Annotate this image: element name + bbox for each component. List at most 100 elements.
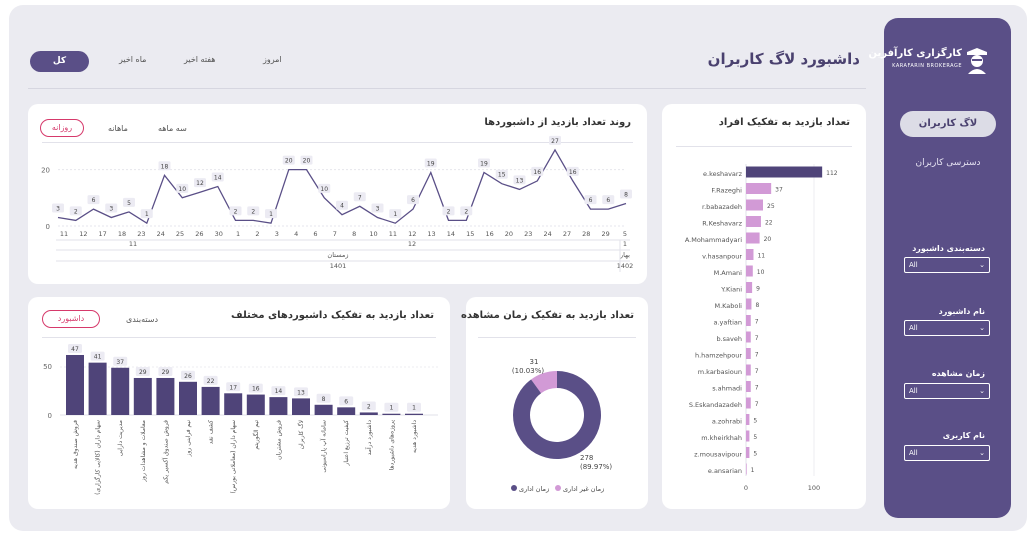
trend-data-label: 7 — [358, 194, 362, 201]
filter-username-select[interactable]: All ⌄ — [904, 445, 990, 461]
trend-data-label: 1 — [269, 211, 273, 218]
legend-dot-office — [511, 485, 517, 491]
trend-data-label: 2 — [74, 208, 78, 215]
users-category-label: a.zohrabi — [712, 418, 742, 426]
dash-value-label: 8 — [322, 396, 326, 403]
filter-value: All — [909, 387, 918, 395]
users-value-label: 7 — [755, 319, 759, 326]
period-all[interactable]: کل — [30, 51, 89, 72]
dash-bar — [133, 377, 152, 415]
donut-slice-office — [513, 371, 601, 459]
filter-label-dashboard: نام داشبورد — [938, 307, 985, 316]
trend-data-label: 6 — [606, 197, 610, 204]
trend-x-tick: 13 — [427, 230, 435, 238]
users-value-label: 7 — [755, 368, 759, 375]
users-category-label: s.ahmadi — [712, 385, 742, 393]
trend-x-tick: 4 — [294, 230, 298, 238]
trend-data-label: 19 — [480, 160, 488, 167]
trend-x-tick: 29 — [602, 230, 610, 238]
dash-category-label: سهام داران (معاملاتی بورس) — [230, 420, 237, 493]
dash-bar — [269, 397, 288, 415]
chevron-down-icon: ⌄ — [979, 387, 985, 395]
users-value-label: 7 — [755, 352, 759, 359]
trend-data-label: 15 — [498, 172, 506, 179]
filter-category-select[interactable]: All ⌄ — [904, 257, 990, 273]
donut-label-big: 278 — [580, 454, 593, 462]
dash-value-label: 29 — [162, 369, 170, 376]
filter-dashboard-select[interactable]: All ⌄ — [904, 320, 990, 336]
dash-chart: 50 0 47 فروش صندوق هدیه 41 سهام داران (کالایی… — [43, 343, 438, 495]
dash-bar — [201, 386, 220, 415]
users-value-label: 7 — [755, 385, 759, 392]
trend-x-tick: 28 — [582, 230, 590, 238]
dash-value-label: 47 — [71, 346, 79, 353]
users-bar — [746, 249, 754, 260]
legend-label-non-office: زمان غیر اداری — [563, 485, 604, 493]
donut-label-big-pct: (89.97%) — [580, 463, 612, 471]
dash-y-tick: 50 — [43, 363, 52, 371]
trend-data-label: 20 — [285, 158, 293, 165]
dash-card: تعداد بازدید به تفکیک داشبوردهای مختلف د… — [28, 297, 450, 509]
users-bar — [746, 298, 752, 310]
trend-x-tick: 27 — [563, 230, 571, 238]
users-category-label: Y.Kiani — [720, 286, 742, 294]
users-category-label: v.hasanpour — [702, 253, 742, 261]
dash-category-label: کشف نقد — [208, 420, 215, 444]
filter-value: All — [909, 261, 918, 269]
period-today[interactable]: امروز — [263, 55, 282, 64]
trend-data-label: 16 — [569, 169, 577, 176]
sidebar: کارگزاری کارآفرین KARAFARIN BROKERAGE لا… — [869, 18, 1011, 518]
dash-value-label: 37 — [116, 359, 124, 366]
period-month[interactable]: ماه اخیر — [119, 55, 146, 64]
nav-item-user-log[interactable]: لاگ کاربران — [900, 111, 996, 137]
users-category-label: e.keshavarz — [703, 170, 743, 178]
dash-bar — [382, 413, 401, 415]
users-value-label: 7 — [755, 401, 759, 408]
chevron-down-icon: ⌄ — [979, 261, 985, 269]
trend-x-tick: 14 — [447, 230, 455, 238]
trend-x-tick: 20 — [505, 230, 513, 238]
users-value-label: 1 — [751, 467, 755, 474]
trend-data-label: 10 — [320, 186, 328, 193]
users-category-label: A.Mohammadyari — [685, 236, 742, 244]
nav-item-user-access[interactable]: دسترسی کاربران — [900, 158, 996, 168]
dash-category-label: لاگ کاربران — [296, 420, 305, 449]
users-category-label: a.yaftian — [713, 319, 742, 327]
users-bar — [746, 414, 750, 425]
trend-x-tick: 5 — [623, 230, 627, 238]
users-chart: e.keshavarz 112 F.Razeghi 37 r.babazadeh 25 R.… — [685, 164, 838, 492]
users-bar — [746, 282, 753, 293]
dash-value-label: 1 — [389, 405, 393, 412]
filter-value: All — [909, 449, 918, 457]
trend-x-tick: 24 — [543, 230, 551, 238]
filter-view-time-select[interactable]: All ⌄ — [904, 383, 990, 399]
logo-subtitle: KARAFARIN BROKERAGE — [892, 63, 962, 69]
users-bar — [746, 216, 761, 227]
trend-data-label: 4 — [340, 203, 344, 210]
dash-category-label: فروش صندوق هدیه — [72, 420, 79, 469]
dash-value-label: 29 — [139, 369, 147, 376]
users-bar — [746, 315, 751, 326]
trend-data-label: 18 — [161, 163, 169, 170]
period-week[interactable]: هفته اخیر — [184, 55, 216, 64]
legend-dot-non-office — [555, 485, 561, 491]
trend-season-label: بهار — [619, 251, 630, 259]
trend-x-tick: 10 — [369, 230, 377, 238]
users-category-label: e.ansarian — [708, 467, 742, 475]
users-bar — [746, 199, 763, 211]
dash-bar — [405, 413, 423, 415]
legend-label-office: زمان اداری — [519, 485, 549, 493]
users-bar — [746, 348, 751, 359]
chevron-down-icon: ⌄ — [979, 449, 985, 457]
dash-category-label: فروش مشتریان — [275, 420, 282, 460]
dash-bar — [111, 367, 130, 415]
users-value-label: 10 — [757, 269, 765, 276]
trend-x-tick: 3 — [275, 230, 279, 238]
dash-category-label: سهام داران (کالایی کارگزاری) — [94, 420, 102, 495]
trend-x-tick: 17 — [99, 230, 107, 238]
users-bar — [746, 447, 750, 458]
trend-chart: 2003 26351181012142 2 120 201047316192 219151… — [41, 135, 633, 272]
users-value-label: 22 — [765, 220, 773, 227]
trend-month-label: 11 — [129, 240, 137, 248]
users-bar — [746, 331, 751, 343]
